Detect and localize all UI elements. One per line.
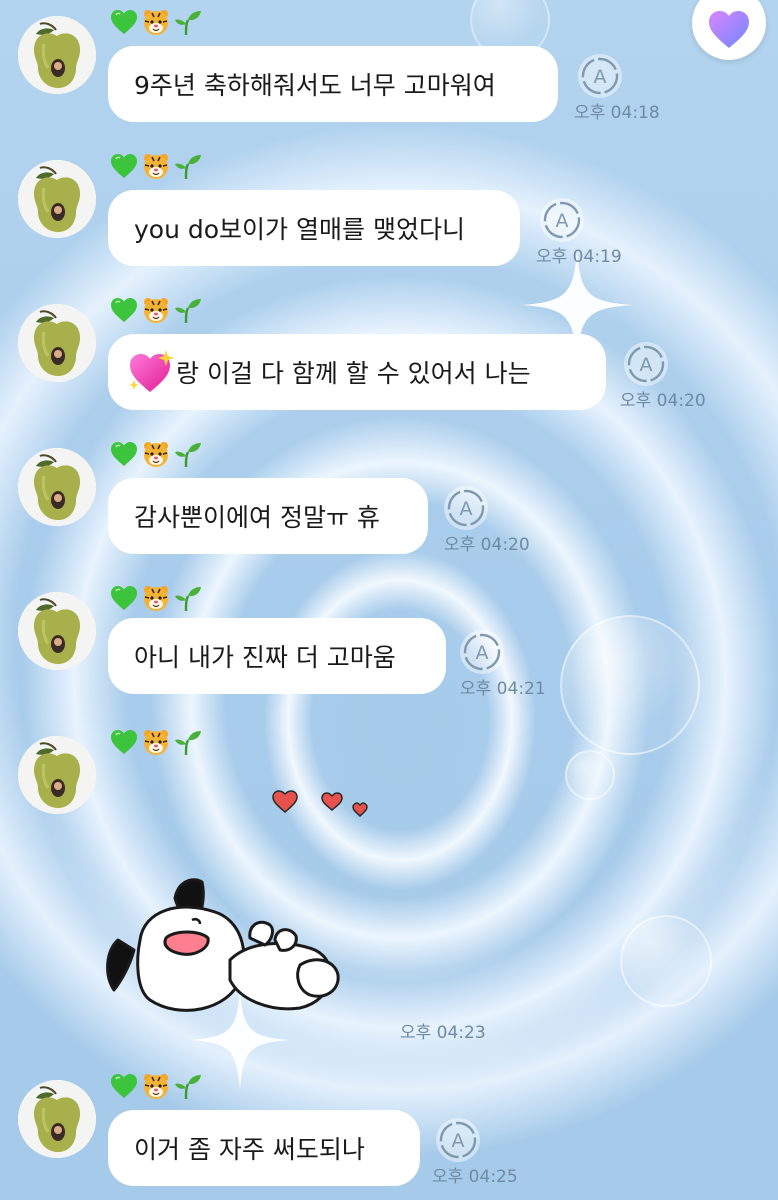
message-text: 랑 이걸 다 함께 할 수 있어서 나는	[176, 359, 531, 388]
message-text: you do보이가 열매를 맺었다니	[134, 215, 465, 244]
soap-bubble-decoration	[565, 750, 615, 800]
green-heart-icon	[111, 586, 137, 610]
avatar[interactable]	[18, 1080, 96, 1158]
tiger-face-icon	[144, 10, 168, 35]
svg-text:A: A	[452, 1130, 465, 1152]
sender-name-emojis	[110, 584, 202, 612]
message-time: 오후 04:23	[400, 1023, 486, 1043]
tiger-face-icon	[144, 1074, 168, 1099]
message-text: 아니 내가 진짜 더 고마움	[134, 643, 396, 672]
seedling-icon	[175, 443, 201, 468]
seedling-icon	[175, 155, 201, 180]
message-bubble[interactable]: 아니 내가 진짜 더 고마움	[108, 618, 446, 694]
message-time: 오후 04:21	[460, 679, 546, 699]
avatar[interactable]	[18, 304, 96, 382]
avatar[interactable]	[18, 448, 96, 526]
svg-text:A: A	[640, 354, 653, 376]
green-heart-icon	[111, 10, 137, 34]
dog-sticker[interactable]	[100, 790, 390, 1030]
apple-avatar-image	[18, 1080, 96, 1158]
message-time: 오후 04:18	[574, 103, 660, 123]
svg-text:A: A	[594, 66, 607, 88]
message-bubble[interactable]: you do보이가 열매를 맺었다니	[108, 190, 520, 266]
read-receipt-icon: A	[444, 486, 488, 530]
read-receipt-icon: A	[540, 198, 584, 242]
sender-name-emojis	[110, 152, 202, 180]
apple-avatar-image	[18, 736, 96, 814]
avatar[interactable]	[18, 160, 96, 238]
read-receipt-icon: A	[624, 342, 668, 386]
message-bubble[interactable]: 랑 이걸 다 함께 할 수 있어서 나는	[108, 334, 606, 410]
green-heart-icon	[111, 442, 137, 466]
heart-icon	[709, 11, 749, 48]
avatar[interactable]	[18, 16, 96, 94]
seedling-icon	[175, 1075, 201, 1100]
message-time: 오후 04:20	[620, 391, 706, 411]
seedling-icon	[175, 587, 201, 612]
sender-name-emojis	[110, 728, 202, 756]
avatar[interactable]	[18, 592, 96, 670]
green-heart-icon	[111, 154, 137, 178]
sender-name-emojis	[110, 8, 202, 36]
tiger-face-icon	[144, 298, 168, 323]
sender-name-emojis	[110, 1072, 202, 1100]
svg-text:A: A	[556, 210, 569, 232]
sparkling-heart-icon	[129, 350, 174, 392]
message-time: 오후 04:25	[432, 1167, 518, 1187]
sender-name-emojis	[110, 440, 202, 468]
tiger-face-icon	[144, 586, 168, 611]
message-text: 이거 좀 자주 써도되나	[134, 1135, 365, 1164]
message-bubble[interactable]: 이거 좀 자주 써도되나	[108, 1110, 420, 1186]
message-bubble[interactable]: 9주년 축하해줘서도 너무 고마워여	[108, 46, 558, 122]
message-text: 9주년 축하해줘서도 너무 고마워여	[134, 71, 496, 100]
message-text: 감사뿐이에여 정말ㅠ 휴	[134, 503, 380, 532]
read-receipt-icon: A	[578, 54, 622, 98]
seedling-icon	[175, 11, 201, 36]
sender-name-emojis	[110, 296, 202, 324]
hearts-decoration	[272, 790, 368, 818]
apple-avatar-image	[18, 304, 96, 382]
tiger-face-icon	[144, 442, 168, 467]
read-receipt-icon: A	[436, 1118, 480, 1162]
tiger-face-icon	[144, 730, 168, 755]
message-bubble[interactable]: 감사뿐이에여 정말ㅠ 휴	[108, 478, 428, 554]
message-time: 오후 04:19	[536, 247, 622, 267]
green-heart-icon	[111, 730, 137, 754]
apple-avatar-image	[18, 592, 96, 670]
read-receipt-icon: A	[460, 630, 504, 674]
avatar[interactable]	[18, 736, 96, 814]
green-heart-icon	[111, 1074, 137, 1098]
svg-text:A: A	[460, 498, 473, 520]
green-heart-icon	[111, 298, 137, 322]
seedling-icon	[175, 299, 201, 324]
tiger-face-icon	[144, 154, 168, 179]
soap-bubble-decoration	[620, 915, 712, 1007]
seedling-icon	[175, 731, 201, 756]
apple-avatar-image	[18, 160, 96, 238]
apple-avatar-image	[18, 16, 96, 94]
message-time: 오후 04:20	[444, 535, 530, 555]
svg-text:A: A	[476, 642, 489, 664]
soap-bubble-decoration	[560, 615, 700, 755]
apple-avatar-image	[18, 448, 96, 526]
